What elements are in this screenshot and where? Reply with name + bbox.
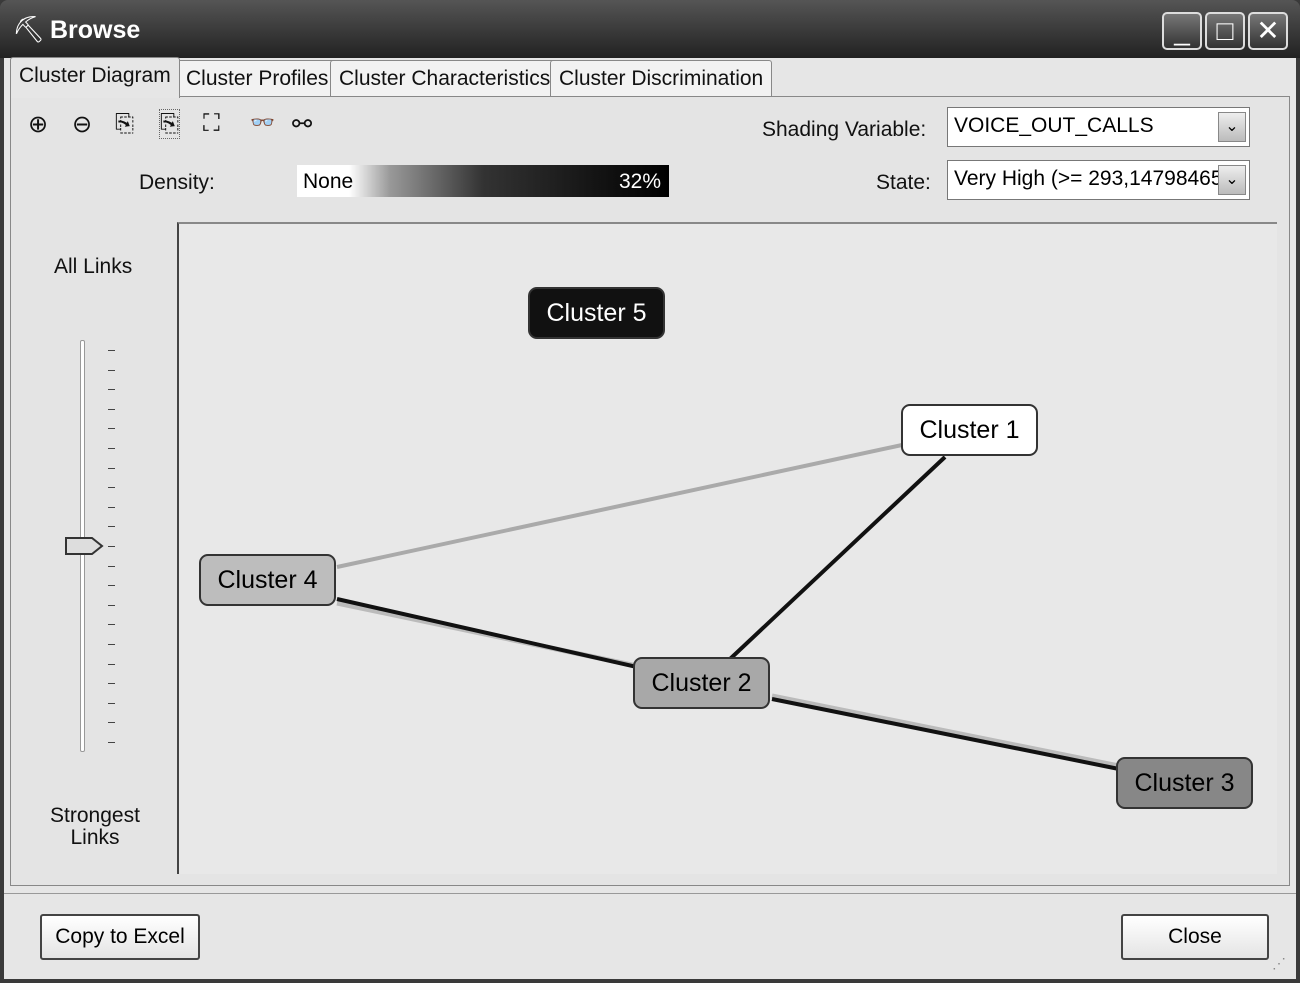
slider-bottom-label: Strongest Links [50,804,140,849]
state-select[interactable]: Very High (>= 293,14798465 ⌄ [947,160,1250,200]
slider-tick [108,448,115,449]
slider-tick [108,644,115,645]
chevron-down-icon[interactable]: ⌄ [1218,112,1246,142]
node-cluster-5[interactable]: Cluster 5 [528,287,665,339]
node-cluster-4[interactable]: Cluster 4 [199,554,336,606]
zoom-in-icon[interactable]: ⊕ [28,110,48,139]
minimize-button[interactable]: _ [1162,12,1202,50]
link-c2-c3-shadow [771,693,1120,769]
close-button[interactable]: Close [1121,914,1269,960]
slider-tick [108,663,115,665]
find-icon[interactable]: 👓 [250,110,275,135]
slider-tick [108,546,115,547]
slider-tick [108,408,115,410]
state-value: Very High (>= 293,14798465 [954,167,1223,190]
node-label: Cluster 4 [217,566,318,594]
node-label: Cluster 2 [651,669,752,697]
link-strength-slider-thumb[interactable] [64,536,104,556]
slider-tick [108,369,115,371]
node-cluster-2[interactable]: Cluster 2 [633,657,770,709]
zoom-out-icon[interactable]: ⊖ [72,110,92,139]
chevron-down-icon[interactable]: ⌄ [1218,165,1246,195]
slider-tick [108,526,115,528]
slider-tick [108,742,115,743]
copy-to-excel-button[interactable]: Copy to Excel [40,914,200,960]
density-max: 32% [618,170,661,193]
link-c2-c3[interactable] [771,697,1120,771]
resize-grip-icon[interactable]: ⋰ [1272,955,1286,972]
tab-cluster-profiles[interactable]: Cluster Profiles [177,60,338,96]
slider-tick [108,389,115,391]
slider-tick [108,702,115,704]
slider-tick [108,624,115,626]
density-min: None [303,170,354,193]
slider-tick [108,585,115,587]
shading-variable-select[interactable]: VOICE_OUT_CALLS ⌄ [947,107,1250,147]
slider-tick [108,350,115,351]
density-label: Density: [139,171,215,194]
cluster-diagram-canvas[interactable]: Cluster 5 Cluster 1 Cluster 4 Cluster 2 … [177,222,1277,874]
shading-variable-label: Shading Variable: [762,118,927,141]
density-gradient: None 32% [297,165,669,197]
tab-cluster-diagram[interactable]: Cluster Diagram [10,57,180,98]
shading-variable-value: VOICE_OUT_CALLS [954,114,1154,137]
slider-tick [108,506,115,508]
slider-tick [108,604,115,606]
node-label: Cluster 1 [919,416,1020,444]
layout-icon[interactable]: ⚯ [292,110,312,139]
tab-cluster-discrimination[interactable]: Cluster Discrimination [550,60,773,96]
slider-tick [108,467,115,469]
node-label: Cluster 3 [1134,769,1235,797]
maximize-button[interactable]: □ [1205,12,1245,50]
node-label: Cluster 5 [546,299,647,327]
fit-to-window-icon[interactable]: ⛶ [203,110,220,138]
close-window-button[interactable]: ✕ [1248,12,1288,50]
tab-cluster-characteristics[interactable]: Cluster Characteristics [330,60,560,96]
state-label: State: [876,171,931,194]
link-c1-c2[interactable] [728,455,947,661]
slider-tick [108,683,115,685]
slider-top-label: All Links [54,255,133,278]
copy-icon[interactable]: ⎘ [115,110,134,138]
slider-tick [108,487,115,489]
window-title: Browse [50,16,141,44]
link-c4-c2[interactable] [336,597,638,669]
title-bar [0,0,1300,58]
copy-selection-icon[interactable]: ⎘ [158,109,181,139]
slider-tick [108,428,115,430]
link-c4-c1[interactable] [336,443,903,569]
slider-tick [108,565,115,567]
pickaxe-icon: ⛏ [12,14,46,44]
slider-tick [108,722,115,724]
node-cluster-3[interactable]: Cluster 3 [1116,757,1253,809]
node-cluster-1[interactable]: Cluster 1 [901,404,1038,456]
